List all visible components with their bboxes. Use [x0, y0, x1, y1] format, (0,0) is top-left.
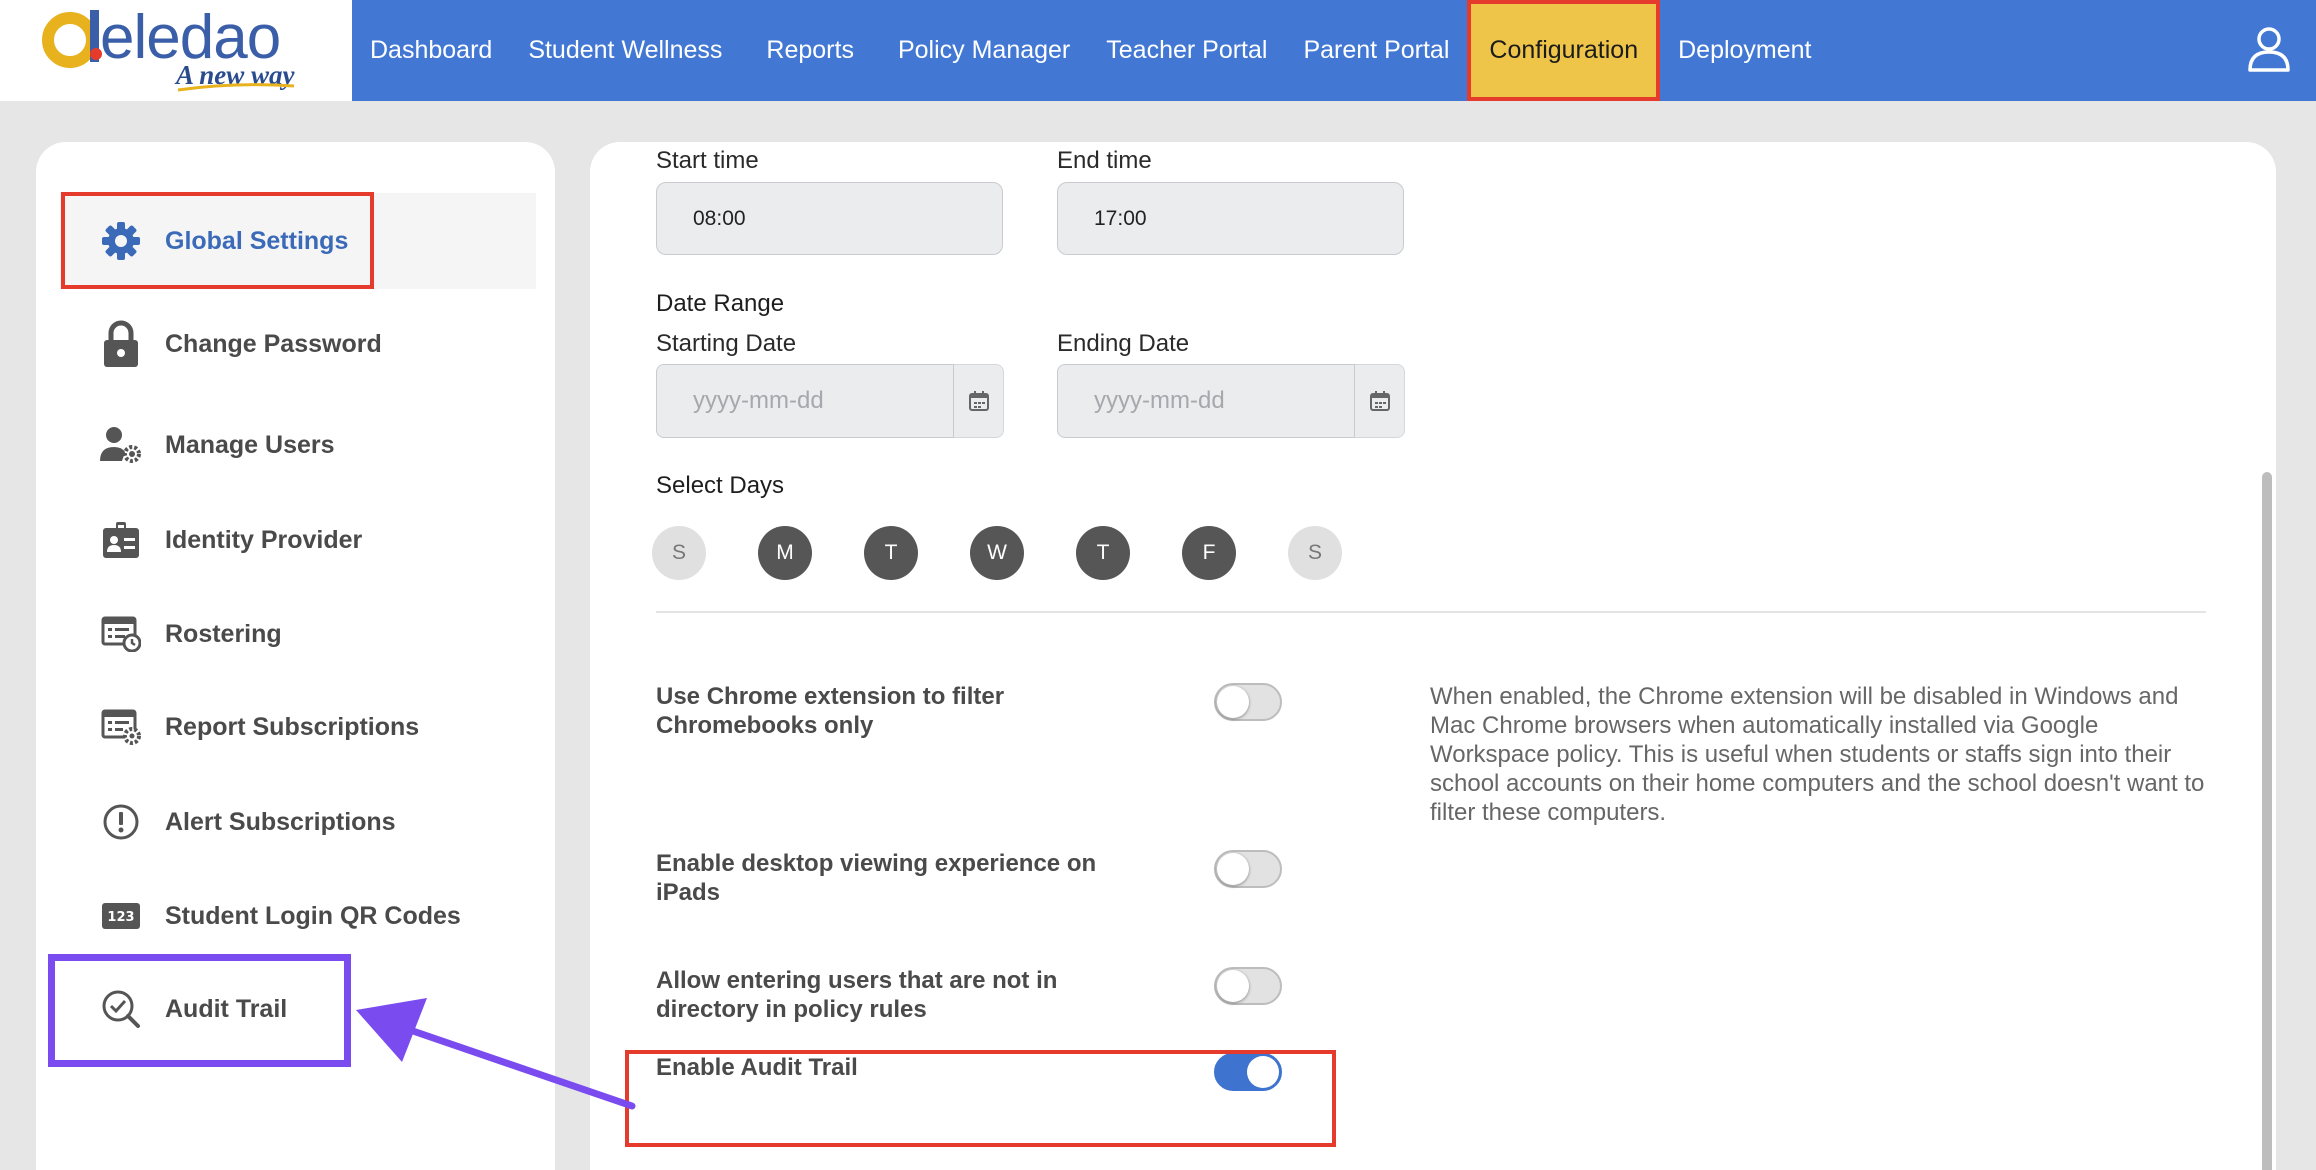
day-saturday[interactable]: S	[1288, 526, 1342, 580]
day-monday[interactable]: M	[758, 526, 812, 580]
sidebar-item-audit-trail[interactable]: Audit Trail	[60, 961, 536, 1057]
date-range-heading: Date Range	[656, 290, 785, 317]
day-thursday[interactable]: T	[1076, 526, 1130, 580]
ending-date-label: Ending Date	[1057, 330, 1190, 357]
calendar-icon[interactable]	[954, 364, 1004, 438]
starting-date-input[interactable]: yyyy-mm-dd	[656, 364, 954, 438]
toggle-knob	[1247, 1056, 1279, 1088]
sidebar-item-change-password[interactable]: Change Password	[60, 296, 536, 392]
toggle-knob	[1217, 853, 1249, 885]
start-time-label: Start time	[656, 147, 759, 174]
roster-icon	[100, 613, 142, 655]
sidebar-item-manage-users[interactable]: Manage Users	[60, 397, 536, 493]
sidebar-item-label: Audit Trail	[165, 994, 288, 1023]
start-time-input[interactable]: 08:00	[656, 182, 1003, 255]
top-nav-bar: eledao A new way Dashboard Student Welln…	[0, 0, 2316, 101]
global-settings-panel: Start time End time 08:00 17:00 Date Ran…	[590, 142, 2276, 1170]
day-sunday[interactable]: S	[652, 526, 706, 580]
sidebar-item-label: Rostering	[165, 619, 282, 648]
ipad-desktop-setting-label: Enable desktop viewing experience on iPa…	[656, 850, 1097, 906]
end-time-label: End time	[1057, 147, 1152, 174]
audit-trail-setting-label: Enable Audit Trail	[656, 1054, 858, 1081]
id-card-icon	[100, 519, 142, 561]
nav-deployment[interactable]: Deployment	[1660, 0, 1829, 101]
section-divider	[656, 611, 2206, 613]
day-tuesday[interactable]: T	[864, 526, 918, 580]
sidebar-item-label: Report Subscriptions	[165, 712, 420, 741]
toggle-knob	[1217, 970, 1249, 1002]
logo-swoosh-icon	[177, 83, 295, 92]
sidebar-item-label: Global Settings	[165, 226, 349, 255]
main-nav: Dashboard Student Wellness Reports Polic…	[352, 0, 1830, 101]
lock-icon	[100, 320, 142, 367]
sidebar-item-label: Student Login QR Codes	[165, 901, 461, 930]
nav-configuration[interactable]: Configuration	[1467, 0, 1661, 101]
gear-icon	[100, 220, 142, 262]
audit-search-icon	[100, 988, 142, 1030]
sidebar-item-rostering[interactable]: Rostering	[60, 586, 536, 682]
chrome-extension-setting-label: Use Chrome extension to filter Chromeboo…	[656, 683, 1005, 739]
starting-date-label: Starting Date	[656, 330, 797, 357]
settings-sidebar: Global Settings Change Password Manage U…	[36, 142, 555, 1170]
sidebar-item-student-login-qr-codes[interactable]: 123 Student Login QR Codes	[60, 868, 536, 964]
sidebar-item-label: Alert Subscriptions	[165, 807, 396, 836]
chrome-extension-toggle[interactable]	[1214, 683, 1282, 721]
sidebar-item-label: Manage Users	[165, 430, 335, 459]
non-directory-users-toggle[interactable]	[1214, 967, 1282, 1005]
day-friday[interactable]: F	[1182, 526, 1236, 580]
ending-date-input[interactable]: yyyy-mm-dd	[1057, 364, 1355, 438]
nav-policy-manager[interactable]: Policy Manager	[880, 0, 1088, 101]
alert-icon	[100, 801, 142, 843]
report-gear-icon	[100, 706, 142, 748]
logo[interactable]: eledao A new way	[0, 0, 352, 101]
user-gear-icon	[100, 424, 142, 466]
svg-text:123: 123	[107, 910, 134, 925]
sidebar-item-identity-provider[interactable]: Identity Provider	[60, 492, 536, 588]
nav-reports[interactable]: Reports	[740, 0, 880, 101]
chrome-extension-description: When enabled, the Chrome extension will …	[1430, 683, 2205, 826]
nav-teacher-portal[interactable]: Teacher Portal	[1088, 0, 1285, 101]
nav-dashboard[interactable]: Dashboard	[352, 0, 510, 101]
sidebar-item-alert-subscriptions[interactable]: Alert Subscriptions	[60, 774, 536, 870]
end-time-input[interactable]: 17:00	[1057, 182, 1404, 255]
toggle-knob	[1217, 686, 1249, 718]
nav-student-wellness[interactable]: Student Wellness	[510, 0, 740, 101]
sidebar-item-label: Change Password	[165, 329, 382, 358]
day-wednesday[interactable]: W	[970, 526, 1024, 580]
nav-parent-portal[interactable]: Parent Portal	[1285, 0, 1467, 101]
audit-trail-toggle[interactable]	[1214, 1053, 1282, 1091]
qr-123-icon: 123	[100, 895, 142, 937]
ipad-desktop-toggle[interactable]	[1214, 850, 1282, 888]
calendar-icon[interactable]	[1355, 364, 1405, 438]
sidebar-item-label: Identity Provider	[165, 525, 363, 554]
user-icon[interactable]	[2244, 24, 2294, 74]
sidebar-item-report-subscriptions[interactable]: Report Subscriptions	[60, 679, 536, 775]
scrollbar[interactable]	[2262, 472, 2272, 1170]
sidebar-item-global-settings[interactable]: Global Settings	[60, 193, 536, 289]
select-days-heading: Select Days	[656, 472, 785, 499]
non-directory-users-setting-label: Allow entering users that are not in dir…	[656, 967, 1058, 1023]
